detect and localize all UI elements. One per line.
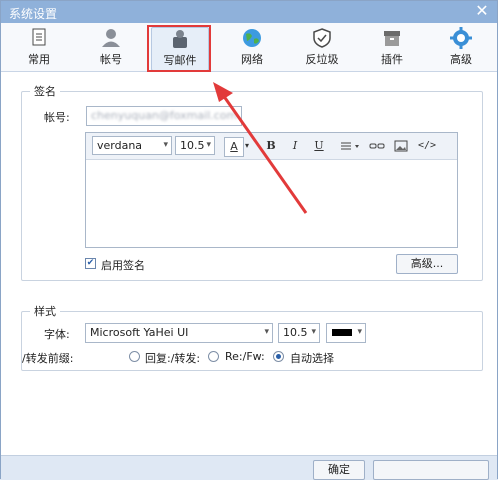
settings-window: 系统设置 ✕ 常用 帐号 写邮件 网络 反垃圾 插件 高级 签名 帐号: che… — [0, 0, 498, 480]
annotation-arrow — [213, 82, 308, 214]
